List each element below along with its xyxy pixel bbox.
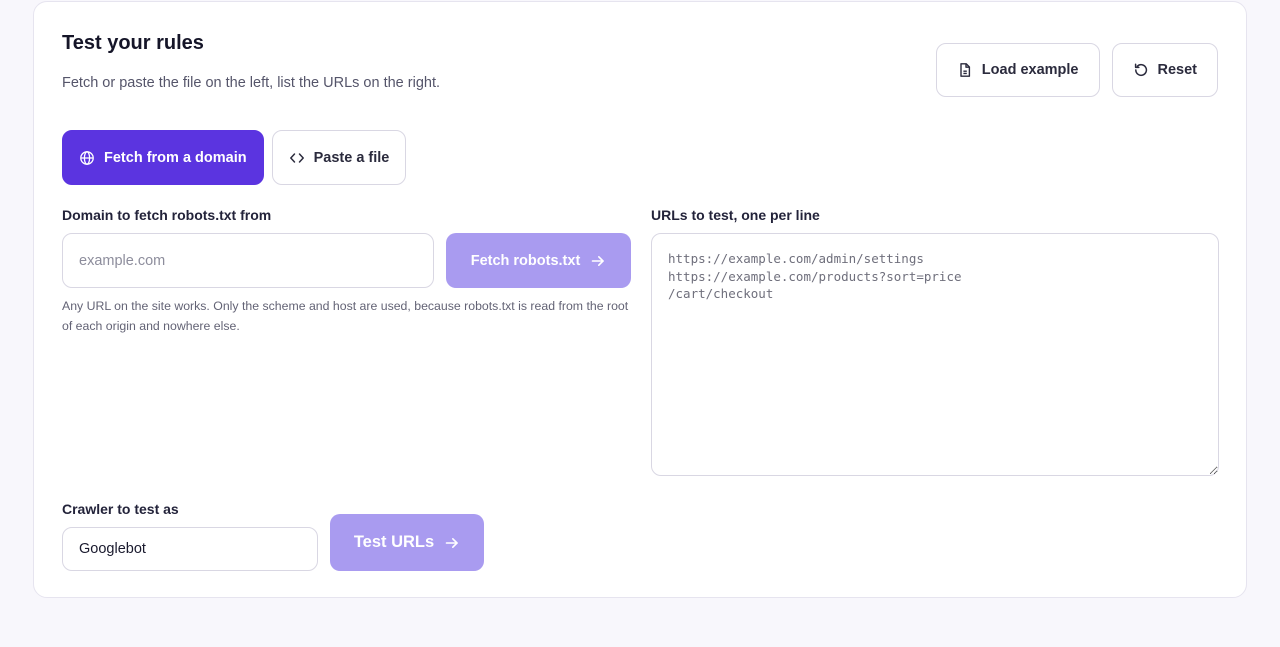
reset-label: Reset: [1157, 62, 1198, 78]
arrow-right-icon: [590, 253, 606, 269]
tab-fetch-from-domain[interactable]: Fetch from a domain: [62, 130, 264, 185]
crawler-field-label: Crawler to test as: [62, 501, 179, 517]
source-mode-tabs: Fetch from a domain Paste a file: [62, 130, 407, 185]
domain-hint: Any URL on the site works. Only the sche…: [62, 299, 629, 333]
test-urls-button[interactable]: Test URLs: [330, 514, 484, 571]
panel-actions: Load example Reset: [935, 43, 1218, 97]
reset-button[interactable]: Reset: [1111, 43, 1218, 97]
fetch-robots-button[interactable]: Fetch robots.txt: [446, 233, 631, 288]
panel-subtitle: Fetch or paste the file on the left, lis…: [62, 75, 441, 91]
fetch-robots-label: Fetch robots.txt: [470, 252, 581, 269]
code-icon: [289, 150, 305, 166]
panel-title: Test your rules: [62, 32, 204, 54]
reset-icon: [1133, 62, 1149, 78]
urls-textarea[interactable]: [651, 233, 1219, 476]
load-example-button[interactable]: Load example: [935, 43, 1100, 97]
test-rules-panel: Test your rules Fetch or paste the file …: [33, 1, 1247, 598]
globe-icon: [79, 150, 95, 166]
domain-input[interactable]: [62, 233, 434, 288]
arrow-right-icon: [444, 535, 460, 551]
test-urls-label: Test URLs: [353, 533, 435, 551]
urls-field-label: URLs to test, one per line: [651, 207, 820, 223]
load-example-label: Load example: [981, 62, 1079, 78]
file-icon: [957, 62, 973, 78]
tab-fetch-label: Fetch from a domain: [104, 149, 247, 166]
tab-paste-file[interactable]: Paste a file: [271, 130, 407, 185]
domain-field-label: Domain to fetch robots.txt from: [62, 207, 272, 223]
tab-paste-label: Paste a file: [313, 149, 390, 166]
crawler-input[interactable]: [62, 527, 318, 571]
